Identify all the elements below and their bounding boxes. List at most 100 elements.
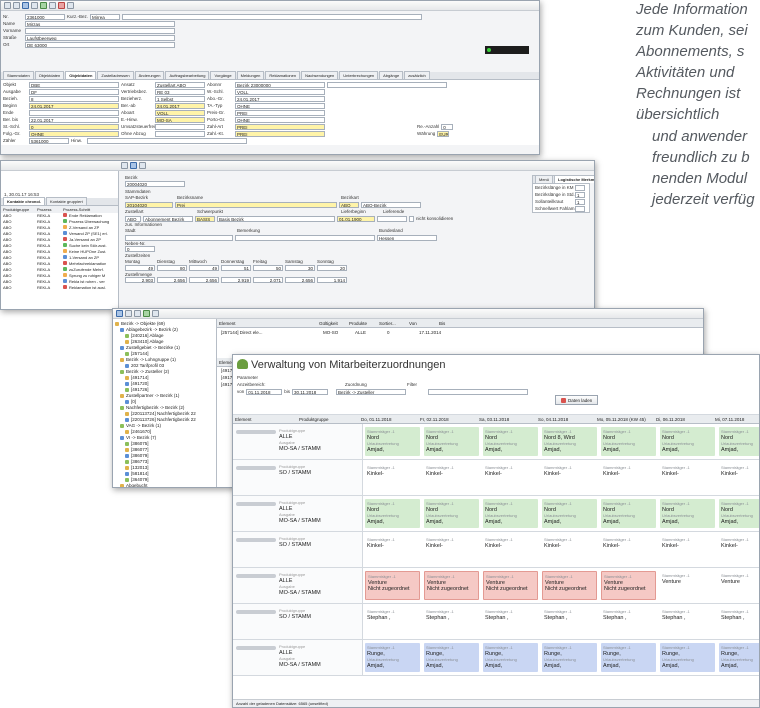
day-cell[interactable]: Stammträger -1 Kinkel- (660, 463, 715, 492)
day-cell[interactable]: Stammträger -1 Runge, Urlaubsvertretung Amj… (719, 643, 759, 672)
day-cell[interactable]: Stammträger -1 Kinkel- (424, 463, 479, 492)
menge-field[interactable]: 2,919 (221, 277, 251, 284)
row-field[interactable]: OHNE (29, 130, 119, 137)
nebenhr-field[interactable]: 0 (125, 246, 155, 253)
row-field[interactable]: 5361000 (29, 137, 69, 144)
row-mid-field[interactable] (155, 123, 205, 130)
kurzbez-field[interactable]: Mirrea (90, 13, 121, 20)
pin-icon[interactable] (116, 310, 123, 317)
row-field[interactable]: 0 (29, 123, 119, 130)
kurzbez-extra-field[interactable] (122, 13, 423, 20)
filter-input[interactable] (428, 388, 529, 395)
logistics-field[interactable]: 1 (575, 191, 585, 198)
zeit-field[interactable]: 80 (157, 265, 187, 272)
day-cell[interactable]: Stammträger -1 Nord Urlaubsvertretung Amjad… (660, 427, 715, 456)
day-cell[interactable]: Stammträger -1 Runge, Urlaubsvertretung Amj… (424, 643, 479, 672)
print-icon[interactable] (139, 162, 146, 169)
tab-logistik[interactable]: Logistische Merkmale (554, 175, 594, 183)
relation-row[interactable]: [257144] Direct ele... MO-SO ALLE 0 17.11.20… (217, 328, 703, 336)
day-cell[interactable]: Stammträger -1 Stephan , (483, 607, 538, 636)
day-cell[interactable]: Stammträger -1 Kinkel- (365, 535, 420, 564)
row-field[interactable] (29, 109, 119, 116)
day-cell[interactable]: Stammträger -1 Nord Urlaubsvertretung Amjad… (483, 499, 538, 528)
tab-menu[interactable]: Menü (535, 175, 554, 183)
day-cell[interactable]: Stammträger -1 Stephan , (542, 607, 597, 636)
assignment-row[interactable]: Produktgruppe SO / STAMM Stammträger -1 Ste… (233, 604, 759, 640)
day-cell[interactable]: Stammträger -1 Nord Urlaubsvertretung Amjad… (424, 499, 479, 528)
schwerpunkt-text[interactable]: Basis Bezirk (217, 215, 335, 222)
day-cell[interactable]: Stammträger -1 Kinkel- (660, 535, 715, 564)
assignment-row[interactable]: Produktgruppe SO / STAMM Stammträger -1 Kin… (233, 460, 759, 496)
assignment-row[interactable]: Produktgruppe ALLE Ausgabe MO-SA / STAMM Sta… (233, 640, 759, 676)
zeit-field[interactable]: 49 (189, 265, 219, 272)
day-cell[interactable]: Stammträger -1 Stephan , (660, 607, 715, 636)
tab-aenderungen[interactable]: Änderungen (134, 71, 165, 79)
logistics-field[interactable] (575, 205, 585, 212)
day-cell[interactable]: Stammträger -1 Nord 8, Wird Urlaubsvertret… (542, 427, 597, 456)
zustellart-field[interactable]: ABO (125, 215, 141, 222)
row-mid-field[interactable]: 24.01.2017 (155, 102, 205, 109)
bezirkart-text[interactable]: ABO-Bezirk (361, 201, 421, 208)
settings-icon[interactable] (152, 310, 159, 317)
row-mid-field[interactable]: MO-SA (155, 116, 205, 123)
day-cell[interactable]: Stammträger -1 Kinkel- (483, 535, 538, 564)
ort-field[interactable]: DE 63000 (25, 41, 175, 48)
print-icon[interactable] (49, 2, 56, 9)
tab-stammdaten[interactable]: Stammdaten (3, 71, 34, 79)
copy-icon[interactable] (31, 2, 38, 9)
contact-row[interactable]: ABO REKLA Reklamation ist ausl. (1, 285, 118, 291)
tab-unterbrechungen[interactable]: Unterbrechungen (339, 71, 379, 79)
day-cell[interactable]: Stammträger -1 Venture (719, 571, 759, 600)
day-cell[interactable]: Stammträger -1 Nord Urlaubsvertretung Amjad… (365, 499, 420, 528)
stadt-field[interactable] (125, 234, 233, 241)
bis-date-field[interactable]: 30.11.2018 (292, 388, 329, 395)
row-right-field[interactable]: OHNE (235, 116, 325, 123)
schwerpunkt-field[interactable]: BASIS (195, 215, 215, 222)
day-cell[interactable]: Stammträger -1 Nord Urlaubsvertretung Amjad… (424, 427, 479, 456)
day-cell[interactable]: Stammträger -1 Kinkel- (483, 463, 538, 492)
day-cell[interactable]: Stammträger -1 Stephan , (365, 607, 420, 636)
day-cell[interactable]: Stammträger -1 Kinkel- (719, 535, 759, 564)
row-field[interactable]: 22.01.2017 (29, 116, 119, 123)
menge-field[interactable]: 2,071 (253, 277, 283, 284)
day-cell[interactable]: Stammträger -1 Kinkel- (601, 535, 656, 564)
day-cell[interactable]: Stammträger -1 Kinkel- (542, 463, 597, 492)
bezirkart-field[interactable]: ABO (339, 201, 359, 208)
row-mid-field[interactable]: VOLL (155, 109, 205, 116)
row-mid-field[interactable] (155, 130, 205, 137)
day-cell[interactable]: Stammträger -1 Venture Nicht zugeordnet (483, 571, 538, 600)
logistics-field[interactable] (575, 184, 585, 191)
day-cell[interactable]: Stammträger -1 Stephan , (601, 607, 656, 636)
row-mid-field[interactable]: RE 03 (155, 88, 205, 95)
bezirksname-field[interactable]: Prei (175, 201, 337, 208)
row-field[interactable]: 24.01.2017 (29, 102, 119, 109)
vorname-field[interactable] (25, 27, 175, 34)
lieferende-field[interactable] (377, 215, 407, 222)
tab-vorgaenge[interactable]: Vorgänge (210, 71, 236, 79)
logistics-field[interactable]: 1 (575, 198, 585, 205)
day-cell[interactable]: Stammträger -1 Runge, Urlaubsvertretung Amj… (601, 643, 656, 672)
row-right-field[interactable]: PREI (235, 130, 325, 137)
menge-field[interactable]: 2,656 (189, 277, 219, 284)
zuordnung-select[interactable]: Bezirk -> Zusteller (336, 388, 407, 395)
day-cell[interactable]: Stammträger -1 Nord Urlaubsvertretung Amjad… (719, 499, 759, 528)
tree-node[interactable]: Abgebucht (115, 483, 214, 487)
day-cell[interactable]: Stammträger -1 Venture Nicht zugeordnet (601, 571, 656, 600)
waehrung-field[interactable]: EUR (437, 130, 450, 137)
reanzahl-field[interactable]: 0 (441, 123, 454, 130)
save-icon[interactable] (130, 162, 137, 169)
row-mid-field[interactable]: 1 Selbst (155, 95, 205, 102)
row-right-field[interactable]: PREI (235, 123, 325, 130)
day-cell[interactable]: Stammträger -1 Kinkel- (365, 463, 420, 492)
nr-field[interactable]: 2361000 (25, 13, 65, 20)
day-cell[interactable]: Stammträger -1 Runge, Urlaubsvertretung Amj… (660, 643, 715, 672)
day-cell[interactable]: Stammträger -1 Kinkel- (601, 463, 656, 492)
day-cell[interactable]: Stammträger -1 Runge, Urlaubsvertretung Amj… (542, 643, 597, 672)
tab-abgaenge[interactable]: Abgänge (379, 71, 404, 79)
day-cell[interactable]: Stammträger -1 Venture Nicht zugeordnet (542, 571, 597, 600)
assignment-row[interactable]: Produktgruppe ALLE Ausgabe MO-SA / STAMM Sta… (233, 568, 759, 604)
day-cell[interactable]: Stammträger -1 Kinkel- (719, 463, 759, 492)
bundesland-field[interactable]: Hessen (377, 234, 437, 241)
assignment-row[interactable]: Produktgruppe ALLE Ausgabe MO-SA / STAMM Sta… (233, 424, 759, 460)
row-field[interactable]: DBE (29, 81, 119, 88)
